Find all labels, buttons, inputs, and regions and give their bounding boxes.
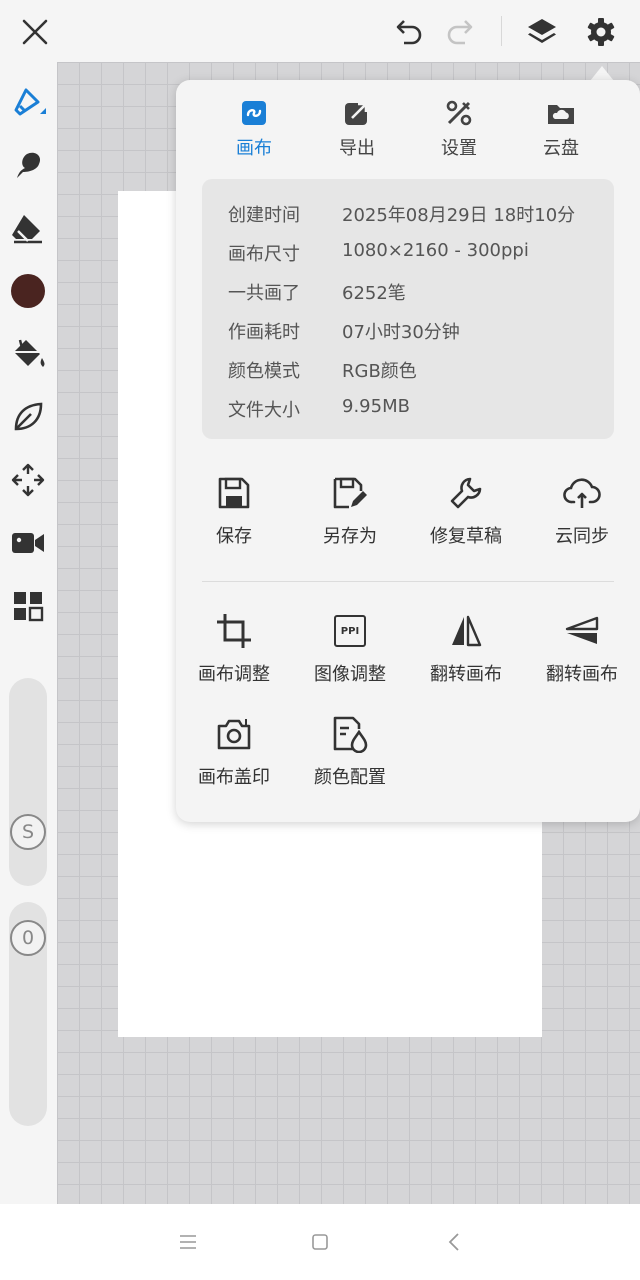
flip-horizontal-button[interactable]: 翻转画布 xyxy=(416,611,516,691)
leaf-icon[interactable] xyxy=(6,395,50,439)
tab-export[interactable]: 导出 xyxy=(317,98,397,164)
left-toolbar: S 0 xyxy=(0,62,57,1204)
info-row: 画布尺寸 1080×2160 - 300ppi xyxy=(228,240,529,266)
tab-canvas-label: 画布 xyxy=(236,138,272,159)
info-row: 创建时间 2025年08月29日 18时10分 xyxy=(228,201,575,227)
flip-vertical-label: 翻转画布 xyxy=(546,664,618,685)
canvas-menu-popup: 画布 导出 设置 云盘 创建时间 2025年08月29日 18时10分 画布尺寸 1… xyxy=(176,80,640,822)
smudge-icon[interactable] xyxy=(6,143,50,187)
canvas-adjust-label: 画布调整 xyxy=(198,664,270,685)
image-adjust-label: 图像调整 xyxy=(314,664,386,685)
info-row: 颜色模式 RGB颜色 xyxy=(228,357,417,383)
info-row: 一共画了 6252笔 xyxy=(228,279,406,305)
popup-arrow xyxy=(590,66,614,81)
save-as-button[interactable]: 另存为 xyxy=(300,473,400,553)
info-key: 创建时间 xyxy=(228,205,300,226)
info-key: 文件大小 xyxy=(228,400,300,421)
toolbar-divider xyxy=(501,16,502,46)
system-nav-bar xyxy=(0,1204,640,1280)
section-divider xyxy=(202,581,614,582)
tab-settings[interactable]: 设置 xyxy=(419,98,499,164)
info-value: 1080×2160 - 300ppi xyxy=(342,240,529,261)
save-as-label: 另存为 xyxy=(323,526,377,547)
info-key: 颜色模式 xyxy=(228,361,300,382)
tab-cloud-drive[interactable]: 云盘 xyxy=(521,98,601,164)
move-icon[interactable] xyxy=(6,458,50,502)
repair-draft-label: 修复草稿 xyxy=(430,526,502,547)
cloud-sync-icon xyxy=(562,473,602,513)
flip-vertical-button[interactable]: 翻转画布 xyxy=(532,611,632,691)
tab-canvas[interactable]: 画布 xyxy=(214,98,294,164)
tab-cloud-drive-label: 云盘 xyxy=(543,138,579,159)
brush-opacity-label: 0 xyxy=(21,927,35,949)
canvas-icon xyxy=(239,98,269,128)
save-button[interactable]: 保存 xyxy=(184,473,284,553)
save-label: 保存 xyxy=(216,526,252,547)
camera-icon xyxy=(214,714,254,754)
info-value: RGB颜色 xyxy=(342,361,417,382)
cloud-sync-button[interactable]: 云同步 xyxy=(532,473,632,553)
close-icon[interactable] xyxy=(13,10,57,54)
redo-icon[interactable] xyxy=(439,10,483,54)
gear-icon[interactable] xyxy=(579,10,623,54)
info-value: 2025年08月29日 18时10分 xyxy=(342,205,576,226)
grid-icon[interactable] xyxy=(6,584,50,628)
info-value: 07小时30分钟 xyxy=(342,322,460,343)
info-row: 作画耗时 07小时30分钟 xyxy=(228,318,460,344)
info-row: 文件大小 9.95MB xyxy=(228,396,410,422)
flip-horizontal-icon xyxy=(446,611,486,651)
tab-settings-label: 设置 xyxy=(441,138,477,159)
brush-icon[interactable] xyxy=(6,80,50,124)
info-key: 一共画了 xyxy=(228,283,300,304)
brush-opacity-knob[interactable]: 0 xyxy=(10,920,46,956)
eraser-icon[interactable] xyxy=(6,206,50,250)
ppi-icon-text: PPI xyxy=(334,615,366,647)
color-profile-button[interactable]: 颜色配置 xyxy=(300,714,400,794)
info-value: 6252笔 xyxy=(342,283,406,304)
flip-horizontal-label: 翻转画布 xyxy=(430,664,502,685)
wrench-icon xyxy=(446,473,486,513)
canvas-stamp-label: 画布盖印 xyxy=(198,767,270,788)
tab-export-label: 导出 xyxy=(339,138,375,159)
canvas-info-panel: 创建时间 2025年08月29日 18时10分 画布尺寸 1080×2160 - 3… xyxy=(202,179,614,439)
undo-icon[interactable] xyxy=(386,10,430,54)
video-icon[interactable] xyxy=(6,521,50,565)
info-key: 画布尺寸 xyxy=(228,244,300,265)
top-bar xyxy=(0,0,640,62)
brush-opacity-slider[interactable]: 0 xyxy=(9,902,47,1126)
paint-bucket-icon[interactable] xyxy=(6,332,50,376)
ppi-icon: PPI xyxy=(330,611,370,651)
layers-icon[interactable] xyxy=(520,10,564,54)
flip-vertical-icon xyxy=(562,611,602,651)
canvas-adjust-button[interactable]: 画布调整 xyxy=(184,611,284,691)
menu-icon[interactable] xyxy=(170,1224,206,1260)
back-chevron-icon[interactable] xyxy=(436,1224,472,1260)
repair-draft-button[interactable]: 修复草稿 xyxy=(416,473,516,553)
cloud-sync-label: 云同步 xyxy=(555,526,609,547)
info-key: 作画耗时 xyxy=(228,322,300,343)
color-profile-label: 颜色配置 xyxy=(314,767,386,788)
crop-icon xyxy=(214,611,254,651)
save-icon xyxy=(214,473,254,513)
color-swatch[interactable] xyxy=(6,269,50,313)
canvas-stamp-button[interactable]: 画布盖印 xyxy=(184,714,284,794)
brush-size-knob[interactable]: S xyxy=(10,814,46,850)
brush-size-slider[interactable]: S xyxy=(9,678,47,886)
color-profile-icon xyxy=(330,714,370,754)
export-icon xyxy=(342,98,372,128)
save-as-icon xyxy=(330,473,370,513)
info-value: 9.95MB xyxy=(342,396,410,417)
cloud-drive-icon xyxy=(546,98,576,128)
settings-tools-icon xyxy=(444,98,474,128)
image-adjust-button[interactable]: PPI 图像调整 xyxy=(300,611,400,691)
home-square-icon[interactable] xyxy=(302,1224,338,1260)
brush-size-label: S xyxy=(21,821,35,843)
